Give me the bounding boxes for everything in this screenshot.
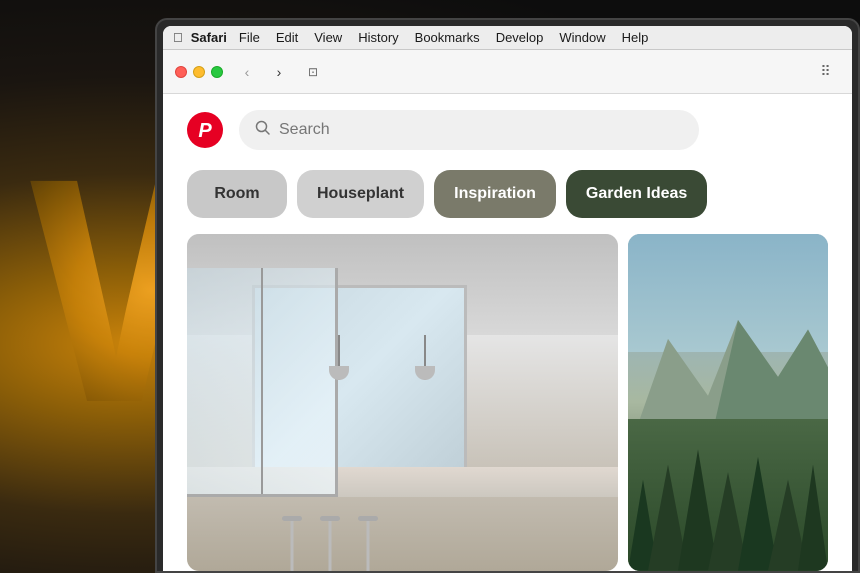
minimize-button[interactable]	[193, 66, 205, 78]
forward-button[interactable]: ›	[267, 60, 291, 84]
stool-leg-3	[366, 521, 369, 571]
stool-3	[358, 516, 378, 571]
menu-history[interactable]: History	[350, 26, 406, 49]
menu-view[interactable]: View	[306, 26, 350, 49]
nature-pin[interactable]	[628, 234, 828, 571]
tree-layer	[628, 419, 828, 571]
menu-bookmarks[interactable]: Bookmarks	[407, 26, 488, 49]
pendant-cord-1	[338, 335, 340, 380]
stool-leg-1	[290, 521, 293, 571]
apple-icon[interactable]: 	[173, 30, 183, 45]
safari-toolbar: ‹ › ⊡ ⠿	[163, 50, 852, 94]
forward-icon: ›	[277, 64, 282, 80]
menu-help[interactable]: Help	[614, 26, 657, 49]
category-row: Room Houseplant Inspiration Garden Ideas	[163, 162, 852, 234]
menu-bar:  Safari File Edit View History Bookmark…	[163, 26, 852, 50]
kitchen-scene-image	[187, 234, 618, 571]
search-bar[interactable]: Search	[239, 110, 699, 150]
search-placeholder-text: Search	[279, 121, 330, 139]
chip-room[interactable]: Room	[187, 170, 287, 218]
search-icon	[255, 120, 271, 141]
stool-leg-2	[328, 521, 331, 571]
new-tab-button[interactable]: ⊡	[299, 58, 327, 86]
mountain-scene-image	[628, 234, 828, 571]
pinterest-content: P Search Room Ho	[163, 94, 852, 571]
traffic-lights	[175, 66, 223, 78]
pinterest-header: P Search	[163, 94, 852, 162]
back-icon: ‹	[245, 64, 250, 80]
door-divider	[261, 268, 263, 494]
grid-button[interactable]: ⠿	[812, 58, 840, 86]
menu-develop[interactable]: Develop	[488, 26, 552, 49]
chip-garden-ideas[interactable]: Garden Ideas	[566, 170, 707, 218]
bifold-doors	[187, 268, 338, 497]
image-grid	[163, 234, 852, 571]
menu-window[interactable]: Window	[551, 26, 613, 49]
stool-2	[320, 516, 340, 571]
chip-inspiration[interactable]: Inspiration	[434, 170, 556, 218]
laptop-frame:  Safari File Edit View History Bookmark…	[155, 18, 860, 573]
chip-houseplant[interactable]: Houseplant	[297, 170, 424, 218]
menu-file[interactable]: File	[231, 26, 268, 49]
grid-icon: ⠿	[820, 63, 831, 80]
tab-icon: ⊡	[308, 65, 318, 79]
stools-row	[282, 516, 378, 571]
pinterest-logo-letter: P	[198, 121, 211, 141]
pendant-cord-2	[424, 335, 426, 380]
kitchen-pin[interactable]	[187, 234, 618, 571]
close-button[interactable]	[175, 66, 187, 78]
pinterest-logo[interactable]: P	[187, 112, 223, 148]
stool-1	[282, 516, 302, 571]
app-name: Safari	[191, 30, 227, 45]
back-button[interactable]: ‹	[235, 60, 259, 84]
screen:  Safari File Edit View History Bookmark…	[163, 26, 852, 571]
maximize-button[interactable]	[211, 66, 223, 78]
menu-edit[interactable]: Edit	[268, 26, 306, 49]
